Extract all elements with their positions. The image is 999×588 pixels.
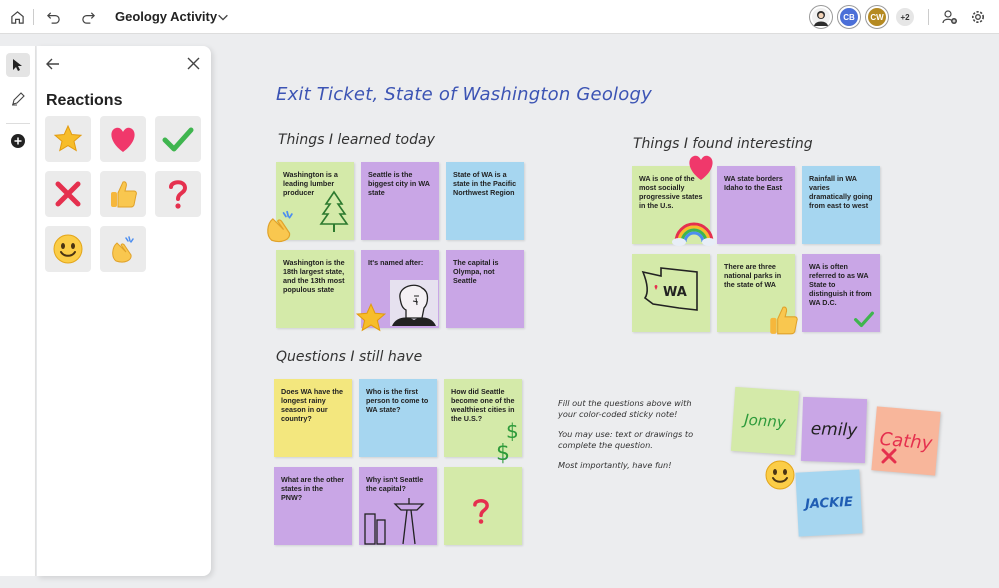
chevron-down-icon[interactable] — [215, 9, 231, 25]
name-note-jonny[interactable]: Jonny — [730, 386, 800, 456]
sticky-note[interactable]: The capital is Olympa, not Seattle — [446, 250, 524, 328]
name-note-emily[interactable]: emily — [800, 396, 868, 464]
reaction-check[interactable] — [155, 116, 201, 162]
sticky-note[interactable]: Rainfall in WA varies dramatically going… — [802, 166, 880, 244]
undo-icon[interactable] — [45, 9, 61, 25]
smile-icon — [53, 234, 83, 264]
instructions-text: Fill out the questions above with your c… — [558, 398, 708, 480]
note-text: Washington is the 18th largest state, an… — [283, 258, 345, 294]
sticky-note[interactable]: Washington is the 18th largest state, an… — [276, 250, 354, 328]
heart-icon[interactable] — [685, 152, 717, 182]
washington-map-drawing: WA — [641, 267, 698, 311]
portrait-drawing — [390, 280, 438, 326]
note-text: What are the other states in the PNW? — [281, 475, 345, 502]
avatar-overflow-count[interactable]: +2 — [894, 6, 916, 28]
note-text: Seattle is the biggest city in WA state — [368, 170, 430, 197]
thumbs-up-icon — [111, 181, 137, 208]
instruction-line: You may use: text or drawings to complet… — [558, 429, 694, 451]
reactions-panel: Reactions — [37, 46, 211, 576]
sticky-note[interactable]: Who is the first person to come to WA st… — [359, 379, 437, 457]
note-text: Does WA have the longest rainy season in… — [281, 387, 344, 423]
cross-icon[interactable] — [880, 447, 898, 465]
note-text: How did Seattle become one of the wealth… — [451, 387, 515, 423]
sticky-note[interactable]: What are the other states in the PNW? — [274, 467, 352, 545]
note-text: State of WA is a state in the Pacific No… — [453, 170, 517, 197]
question-icon — [169, 180, 188, 209]
skyline-drawing — [364, 498, 425, 545]
reaction-star[interactable] — [45, 116, 91, 162]
cross-icon — [55, 181, 81, 207]
svg-text:$: $ — [506, 420, 519, 443]
canvas-title: Exit Ticket, State of Washington Geology — [276, 84, 652, 105]
reaction-thumbs-up[interactable] — [100, 171, 146, 217]
toolbar-divider — [33, 9, 34, 25]
close-icon[interactable] — [187, 57, 200, 75]
instruction-line: Most importantly, have fun! — [558, 460, 672, 471]
svg-text:$: $ — [496, 441, 510, 464]
note-text: WA is often referred to as WA State to d… — [809, 262, 872, 307]
reaction-question[interactable] — [155, 171, 201, 217]
panel-title: Reactions — [46, 92, 123, 109]
instruction-line: Fill out the questions above with your c… — [558, 398, 692, 420]
note-text: Why isn't Seattle the capital? — [366, 475, 424, 493]
avatar-cb[interactable]: CB — [838, 6, 860, 28]
reaction-clap[interactable] — [100, 226, 146, 272]
sticky-note[interactable]: WA — [632, 254, 710, 332]
add-person-icon[interactable] — [942, 9, 958, 25]
reaction-cross[interactable] — [45, 171, 91, 217]
sticky-note[interactable]: WA state borders Idaho to the East — [717, 166, 795, 244]
question-icon[interactable] — [471, 497, 491, 525]
rainbow-icon — [672, 222, 716, 246]
dollar-drawing: $ $ — [496, 420, 519, 464]
sticky-note[interactable]: Seattle is the biggest city in WA state — [361, 162, 439, 240]
plus-circle-icon[interactable] — [6, 129, 30, 153]
note-text: The capital is Olympa, not Seattle — [453, 258, 499, 285]
map-label: WA — [663, 285, 687, 300]
avatar-cw[interactable]: CW — [866, 6, 888, 28]
smile-icon[interactable] — [764, 459, 796, 491]
tool-divider — [6, 123, 30, 124]
pen-icon[interactable] — [6, 87, 30, 111]
tool-rail — [0, 46, 36, 576]
settings-icon[interactable] — [970, 9, 986, 25]
sticky-note[interactable]: Does WA have the longest rainy season in… — [274, 379, 352, 457]
section-interesting-heading: Things I found interesting — [633, 136, 813, 152]
thumbs-up-icon[interactable] — [767, 303, 799, 337]
note-text: Who is the first person to come to WA st… — [366, 387, 429, 414]
top-toolbar: Geology Activity CB CW +2 — [0, 0, 999, 34]
check-icon — [162, 127, 194, 152]
redo-icon[interactable] — [80, 9, 96, 25]
reaction-smile[interactable] — [45, 226, 91, 272]
heart-icon — [111, 127, 135, 152]
check-icon[interactable] — [853, 310, 875, 328]
sticky-note[interactable]: State of WA is a state in the Pacific No… — [446, 162, 524, 240]
clap-icon — [112, 236, 134, 263]
avatar-user-photo[interactable] — [810, 6, 832, 28]
note-text: WA state borders Idaho to the East — [724, 174, 783, 192]
name-note-jackie[interactable]: JACKIE — [795, 469, 863, 537]
star-icon — [53, 124, 83, 152]
home-icon[interactable] — [9, 9, 25, 25]
note-text: There are three national parks in the st… — [724, 262, 782, 289]
note-text: It's named after: — [368, 258, 424, 267]
toolbar-divider-right — [928, 9, 929, 25]
tree-drawing — [319, 190, 349, 232]
section-learned-heading: Things I learned today — [278, 132, 435, 148]
back-arrow-icon[interactable] — [45, 56, 61, 77]
note-text: Rainfall in WA varies dramatically going… — [809, 174, 873, 210]
clap-icon[interactable] — [261, 207, 299, 245]
cursor-icon[interactable] — [6, 53, 30, 77]
name-note-cathy[interactable]: Cathy — [871, 406, 941, 476]
reaction-heart[interactable] — [100, 116, 146, 162]
section-questions-heading: Questions I still have — [276, 349, 423, 365]
star-icon[interactable] — [354, 301, 388, 335]
document-title[interactable]: Geology Activity — [115, 9, 217, 24]
